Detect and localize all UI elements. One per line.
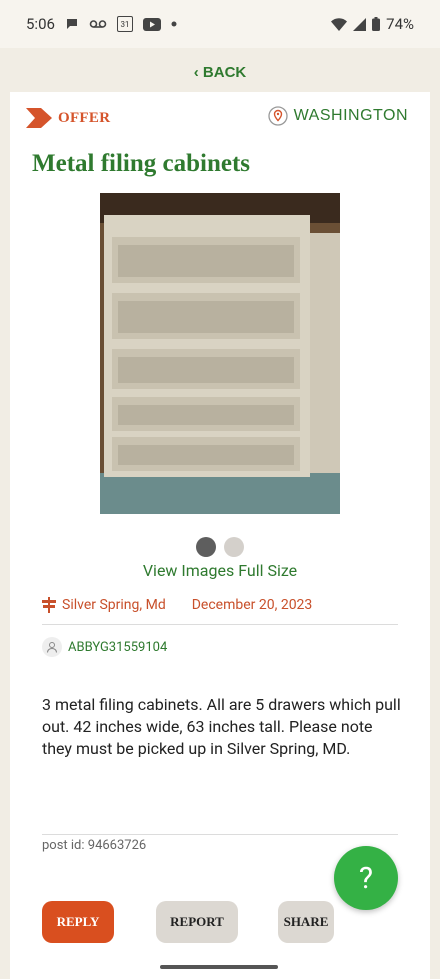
status-right: 74%	[331, 15, 414, 33]
post-title: Metal filing cabinets	[32, 150, 251, 177]
signpost-icon	[42, 597, 56, 613]
battery-icon	[372, 17, 381, 31]
signal-icon	[353, 17, 367, 31]
image-pager	[10, 537, 430, 557]
status-left: 5:06 31	[26, 15, 177, 33]
voicemail-icon	[89, 18, 107, 30]
offer-label: OFFER	[58, 109, 111, 126]
location-label: WASHINGTON	[293, 107, 408, 124]
location-pin-icon	[268, 106, 288, 126]
post-author[interactable]: ABBYG31559104	[42, 637, 167, 657]
offer-arrow-icon	[26, 108, 52, 128]
calendar-icon: 31	[116, 16, 133, 32]
status-bar: 5:06 31 74%	[0, 0, 440, 48]
back-link[interactable]: ‹ BACK	[194, 64, 247, 81]
status-time: 5:06	[26, 15, 55, 33]
report-button[interactable]: REPORT	[156, 901, 238, 943]
username[interactable]: ABBYG31559104	[68, 640, 167, 655]
post-meta: Silver Spring, Md December 20, 2023	[42, 597, 312, 613]
divider	[42, 834, 398, 835]
view-images-full-size-link[interactable]: View Images Full Size	[10, 561, 430, 580]
pager-dot-inactive[interactable]	[224, 537, 244, 557]
youtube-icon	[142, 17, 161, 31]
post-description: 3 metal filing cabinets. All are 5 drawe…	[42, 695, 401, 758]
divider	[42, 624, 398, 625]
wifi-icon	[331, 17, 348, 31]
user-avatar-icon	[42, 637, 62, 657]
calendar-day: 31	[120, 19, 130, 29]
chat-bubble-icon	[65, 17, 79, 31]
back-row: ‹ BACK	[0, 52, 440, 92]
post-type: OFFER	[26, 108, 110, 128]
reply-button[interactable]: REPLY	[42, 901, 114, 943]
dot-icon	[171, 21, 177, 27]
post-place[interactable]: Silver Spring, Md	[62, 597, 166, 613]
help-button[interactable]: ?	[334, 846, 398, 910]
location-group[interactable]: WASHINGTON	[268, 106, 408, 126]
home-indicator[interactable]	[160, 965, 278, 969]
pager-dot-active[interactable]	[196, 537, 216, 557]
post-card: OFFER WASHINGTON Metal filing cabinets V…	[10, 92, 430, 979]
share-button[interactable]: SHARE	[278, 901, 334, 943]
post-id: post id: 94663726	[42, 838, 147, 853]
help-question-icon: ?	[358, 860, 374, 896]
post-date: December 20, 2023	[191, 597, 313, 613]
post-photo[interactable]	[100, 193, 340, 514]
battery-percent: 74%	[386, 15, 414, 33]
